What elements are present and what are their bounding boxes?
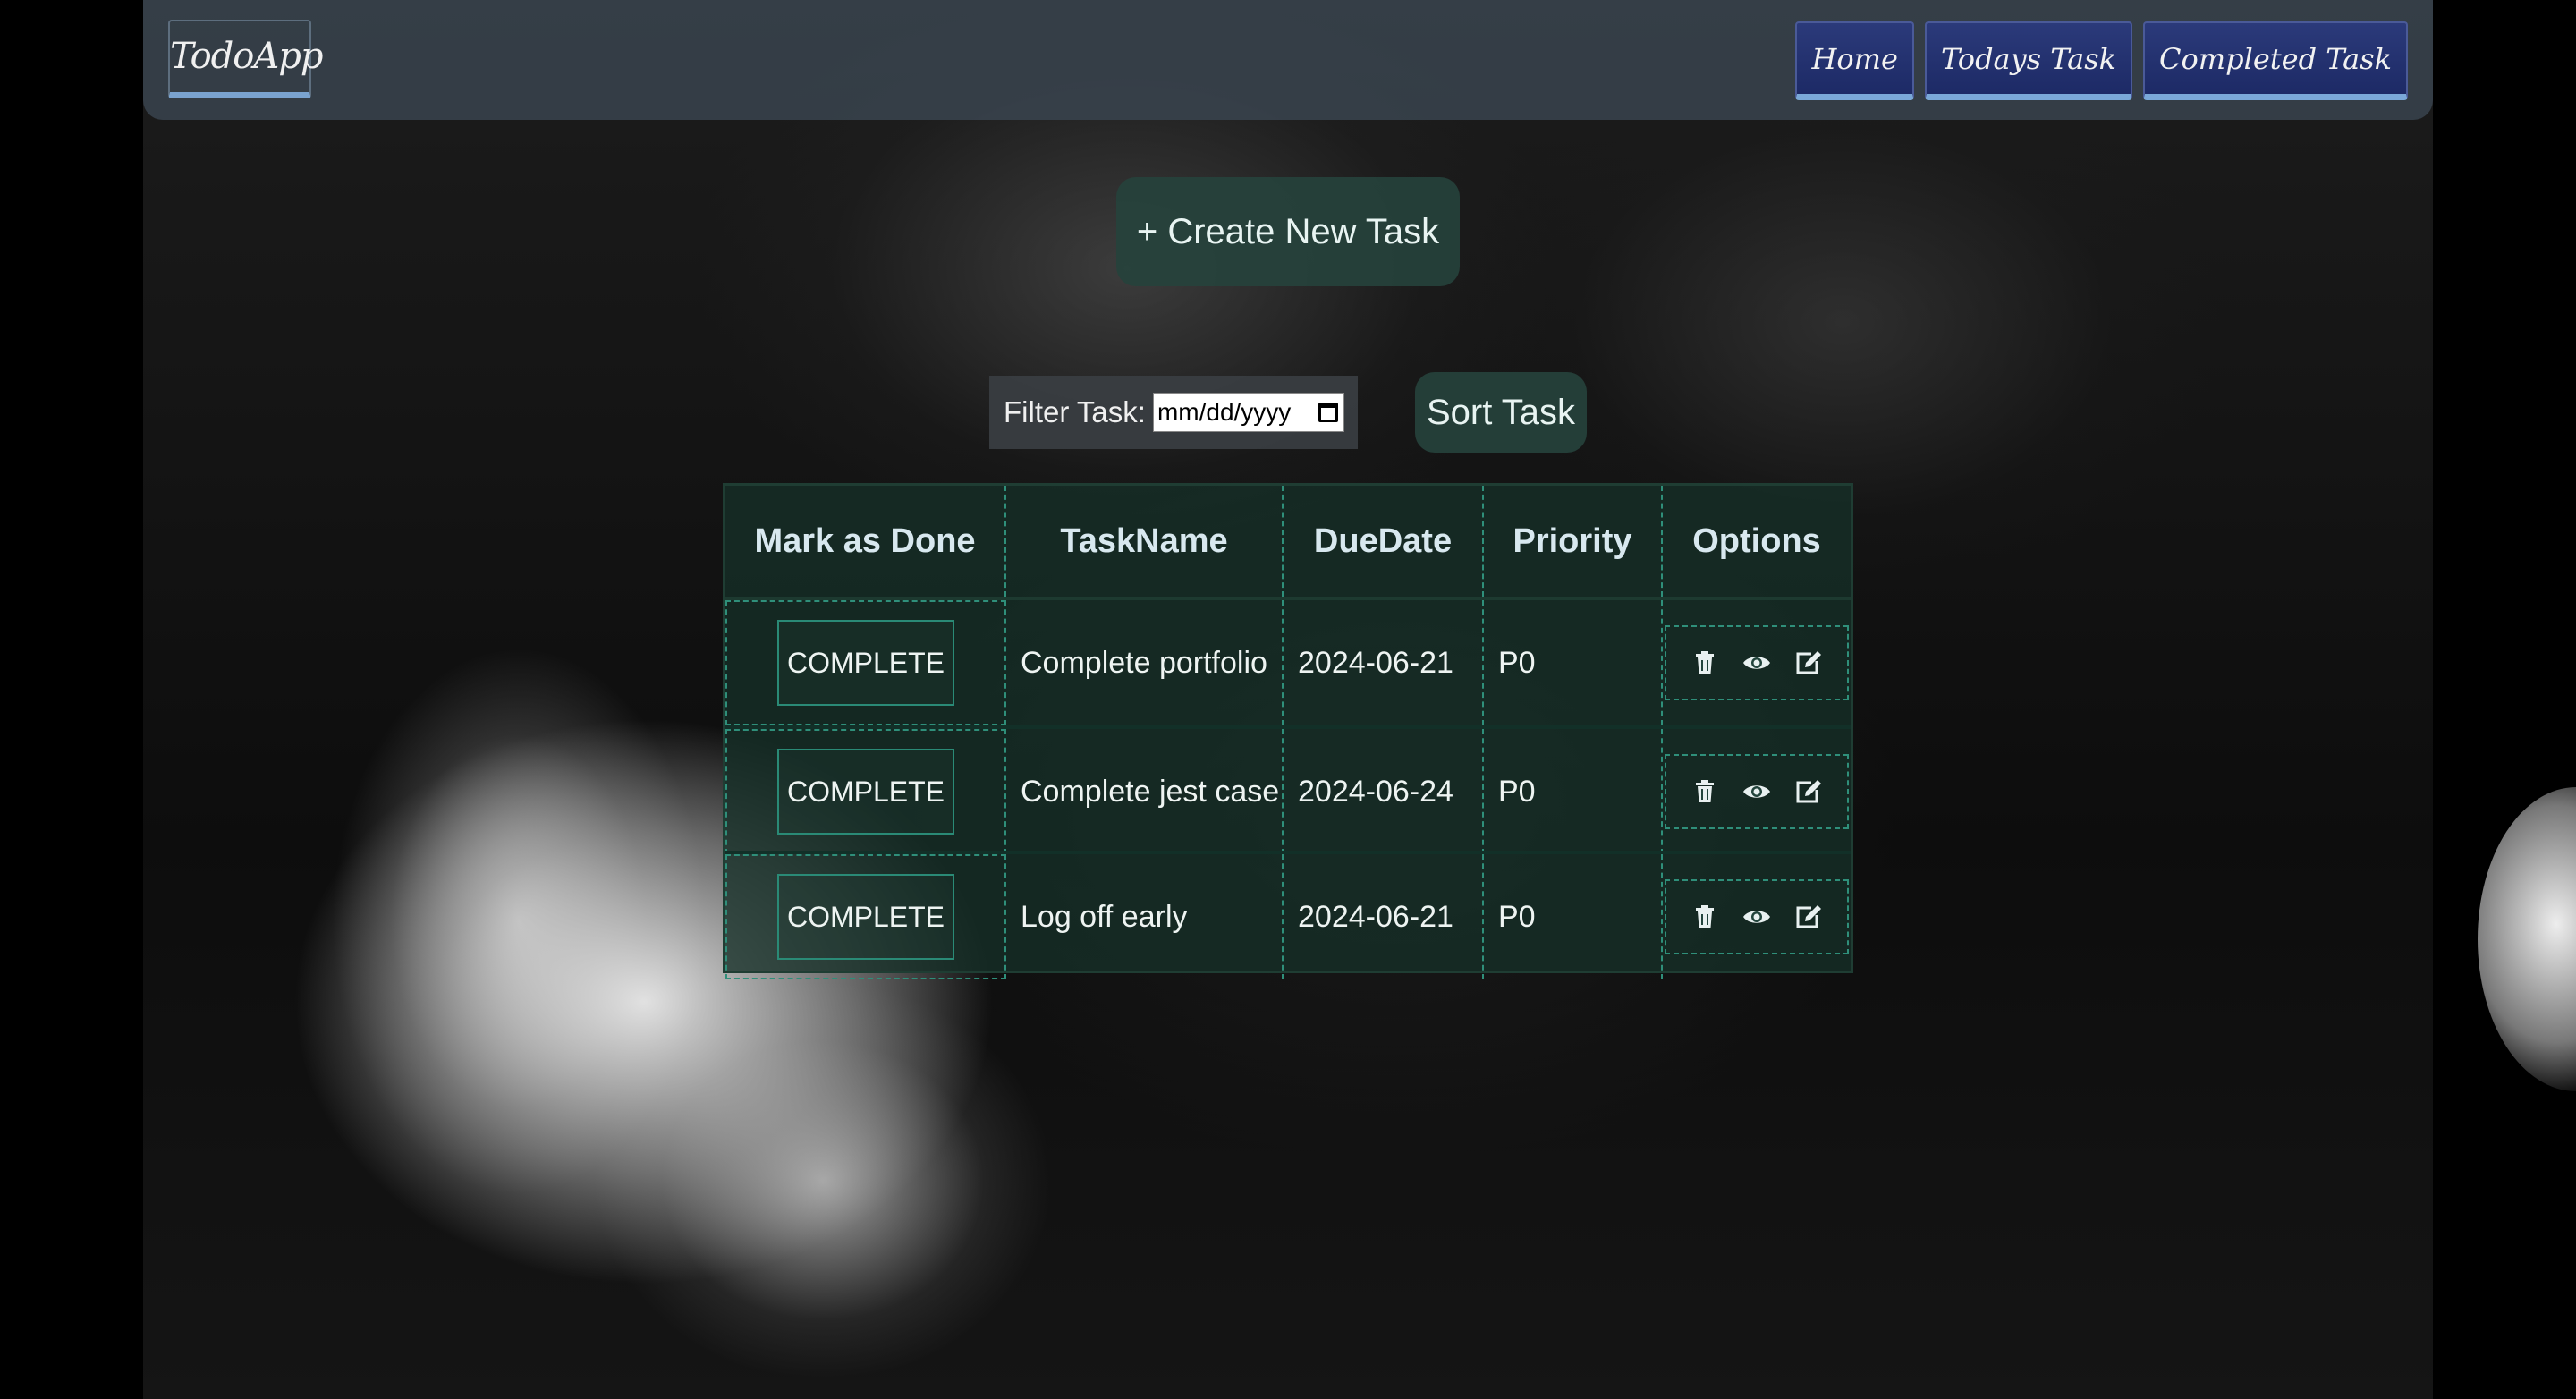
table-row: COMPLETE Complete portfolio 2024-06-21 P… [725,600,1851,725]
complete-button[interactable]: COMPLETE [777,620,954,706]
table-header-row: Mark as Done TaskName DueDate Priority O… [725,486,1851,600]
task-name-cell: Complete jest case [1006,729,1284,854]
options-group [1665,754,1849,829]
calendar-icon[interactable] [1318,403,1338,422]
task-table: Mark as Done TaskName DueDate Priority O… [723,483,1853,979]
nav-todays-task-button[interactable]: Todays Task [1924,21,2133,100]
trash-icon[interactable] [1690,648,1720,678]
options-cell [1663,854,1851,979]
due-date-cell: 2024-06-21 [1284,600,1484,725]
brand-logo[interactable]: TodoApp [168,20,323,98]
due-date-cell: 2024-06-24 [1284,729,1484,854]
table-row: COMPLETE Log off early 2024-06-21 P0 [725,851,1851,979]
edit-icon[interactable] [1793,776,1824,807]
table-row: COMPLETE Complete jest case 2024-06-24 P… [725,725,1851,854]
complete-button[interactable]: COMPLETE [777,749,954,835]
complete-button[interactable]: COMPLETE [777,874,954,960]
filter-date-input[interactable]: mm/dd/yyyy [1152,393,1344,432]
navbar: TodoApp Home Todays Task Completed Task [143,0,2433,120]
priority-cell: P0 [1484,729,1663,854]
mark-done-cell: COMPLETE [725,854,1006,979]
header-priority: Priority [1484,486,1663,597]
header-options: Options [1692,521,1821,560]
edit-icon[interactable] [1793,648,1824,678]
options-cell [1663,600,1851,725]
eye-icon[interactable] [1741,902,1772,932]
filter-task-label: Filter Task: [1004,395,1146,428]
trash-icon[interactable] [1690,776,1720,807]
header-due-date: DueDate [1284,486,1484,597]
edit-icon[interactable] [1793,902,1824,932]
nav-completed-task-button[interactable]: Completed Task [2143,21,2408,100]
mark-done-cell: COMPLETE [725,729,1006,854]
eye-icon[interactable] [1741,648,1772,678]
priority-cell: P0 [1484,854,1663,979]
header-task-name: TaskName [1006,486,1284,597]
create-new-task-button[interactable]: + Create New Task [1116,177,1460,286]
sort-task-button[interactable]: Sort Task [1415,372,1587,453]
eye-icon[interactable] [1741,776,1772,807]
mark-done-cell: COMPLETE [725,600,1006,725]
options-group [1665,879,1849,954]
options-cell [1663,729,1851,854]
background-flower-highlight [2478,787,2576,1091]
options-group [1665,625,1849,700]
app-viewport: TodoApp Home Todays Task Completed Task … [0,0,2576,1399]
task-name-cell: Complete portfolio [1006,600,1284,725]
date-placeholder: mm/dd/yyyy [1157,398,1292,426]
priority-cell: P0 [1484,600,1663,725]
filter-task-control: Filter Task: mm/dd/yyyy [989,376,1358,449]
due-date-cell: 2024-06-21 [1284,854,1484,979]
task-name-cell: Log off early [1006,854,1284,979]
header-mark-as-done: Mark as Done [725,486,1006,597]
nav-home-button[interactable]: Home [1795,21,1914,100]
nav-links: Home Todays Task Completed Task [1795,21,2408,100]
trash-icon[interactable] [1690,902,1720,932]
